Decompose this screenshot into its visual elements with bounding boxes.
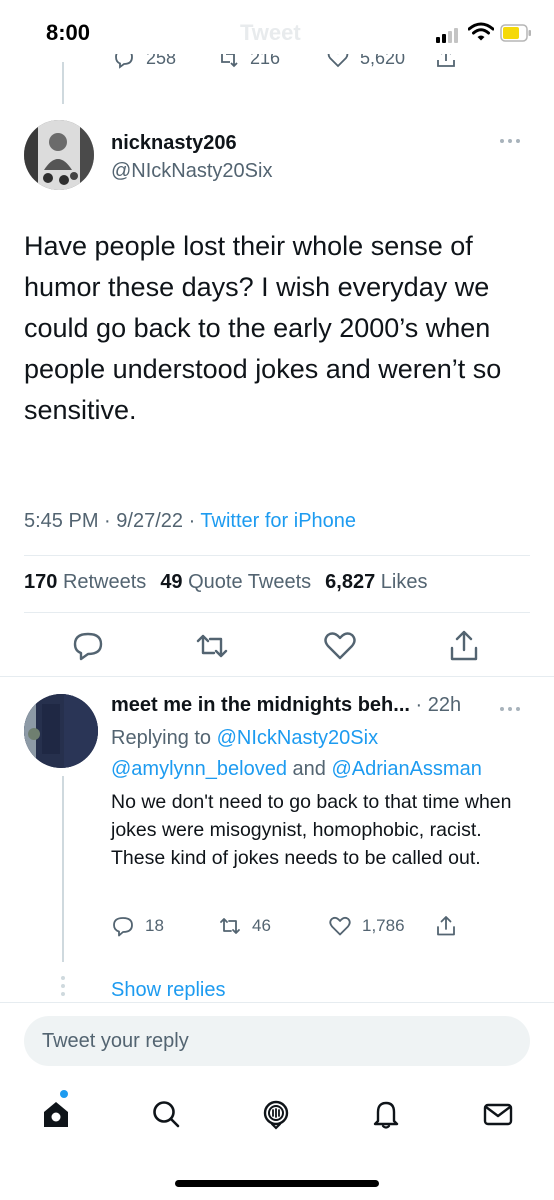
reply-author-avatar[interactable]: [24, 694, 98, 768]
replying-to: Replying to @NIckNasty20Six @amylynn_bel…: [111, 723, 482, 785]
tab-messages[interactable]: [478, 1094, 518, 1134]
status-bar: 8:00 Tweet: [0, 0, 554, 62]
and-label: and: [292, 758, 326, 780]
avatar-photo-icon: [24, 120, 94, 190]
mention-link[interactable]: @NIckNasty20Six: [217, 727, 378, 749]
retweet-icon[interactable]: [194, 628, 230, 664]
divider: [0, 676, 554, 677]
previous-tweet-actions: 258 216 5,620: [0, 54, 554, 78]
like-heart-icon[interactable]: [322, 628, 358, 664]
likes-label: Likes: [380, 571, 428, 593]
quotes-count: 49: [160, 571, 183, 593]
tweet-text: Have people lost their whole sense of hu…: [24, 231, 502, 425]
divider: [24, 555, 530, 556]
divider: [0, 1002, 554, 1003]
prev-like-count: 5,620: [360, 54, 406, 68]
mention-link[interactable]: @amylynn_beloved: [111, 758, 287, 780]
battery-icon: [500, 24, 531, 42]
tweet-meta: 5:45 PM · 9/27/22 · Twitter for iPhone: [24, 510, 357, 532]
wifi-icon: [468, 22, 494, 41]
search-icon: [153, 1101, 180, 1128]
author-display-name[interactable]: nicknasty206: [111, 132, 237, 155]
reply-reply-count: 18: [145, 916, 164, 935]
retweet-icon: [221, 54, 238, 68]
prev-share-action[interactable]: [434, 54, 458, 70]
retweets-stat[interactable]: 170 Retweets: [24, 571, 146, 593]
reply-header: meet me in the midnights beh... · 22h: [111, 694, 462, 716]
reply-share-action[interactable]: [434, 914, 458, 938]
tweet-date: 9/27/22: [116, 510, 183, 532]
retweets-count: 170: [24, 571, 58, 593]
reply-time: 22h: [427, 694, 462, 716]
reply-like-action[interactable]: 1,786: [328, 914, 405, 938]
messages-icon: [483, 1103, 513, 1126]
likes-count: 6,827: [325, 571, 376, 593]
retweet-icon: [220, 918, 240, 934]
header-title: Tweet: [240, 20, 301, 45]
reply-retweet-action[interactable]: 46: [218, 914, 271, 938]
reply-icon[interactable]: [70, 628, 106, 664]
author-avatar[interactable]: [24, 120, 94, 190]
divider: [24, 612, 530, 613]
prev-reply-action[interactable]: 258: [112, 54, 176, 70]
quotes-label: Quote Tweets: [188, 571, 312, 593]
tab-home[interactable]: [36, 1094, 76, 1134]
mention-link[interactable]: @AdrianAssman: [331, 758, 481, 780]
status-time: 8:00: [46, 20, 91, 45]
thread-continuation-icon: [59, 976, 67, 1000]
more-options-icon[interactable]: [500, 704, 530, 714]
prev-reply-count: 258: [146, 54, 177, 68]
reply-author-name[interactable]: meet me in the midnights beh...: [111, 694, 410, 716]
notifications-icon: [373, 1101, 399, 1129]
reply-icon: [115, 54, 133, 69]
tab-search[interactable]: [146, 1094, 186, 1134]
reply-reply-action[interactable]: 18: [111, 914, 164, 938]
retweets-label: Retweets: [62, 571, 147, 593]
tab-notifications[interactable]: [366, 1094, 406, 1134]
thread-line: [62, 776, 64, 962]
tweet-time: 5:45 PM: [24, 510, 99, 532]
reply-icon: [113, 917, 133, 937]
heart-icon: [327, 54, 349, 68]
likes-stat[interactable]: 6,827 Likes: [325, 571, 427, 593]
replying-to-label: Replying to: [111, 727, 212, 749]
thread-line: [62, 62, 64, 104]
share-icon: [437, 54, 455, 67]
show-replies-link[interactable]: Show replies: [111, 979, 226, 1002]
engagement-counts: 170 Retweets 49 Quote Tweets 6,827 Likes: [24, 571, 428, 594]
home-indicator[interactable]: [175, 1180, 379, 1187]
prev-retweet-action[interactable]: 216: [216, 54, 280, 70]
cellular-signal-icon: [436, 27, 462, 43]
share-icon[interactable]: [446, 628, 482, 664]
spaces-icon: [263, 1100, 289, 1130]
prev-retweet-count: 216: [250, 54, 281, 68]
author-handle[interactable]: @NIckNasty20Six: [111, 160, 272, 183]
avatar-photo-icon: [24, 694, 98, 768]
tweet-source-link[interactable]: Twitter for iPhone: [200, 510, 356, 532]
prev-like-action[interactable]: 5,620: [326, 54, 405, 70]
tab-spaces[interactable]: [256, 1094, 296, 1134]
more-options-icon[interactable]: [500, 134, 530, 148]
quotes-stat[interactable]: 49 Quote Tweets: [160, 571, 311, 593]
heart-icon: [329, 916, 351, 936]
reply-retweet-count: 46: [252, 916, 271, 935]
tweet-reply-input[interactable]: [24, 1016, 530, 1066]
reply-like-count: 1,786: [362, 916, 405, 935]
reply-text: No we don't need to go back to that time…: [111, 791, 512, 869]
home-icon: [44, 1102, 68, 1127]
share-icon: [437, 916, 455, 936]
